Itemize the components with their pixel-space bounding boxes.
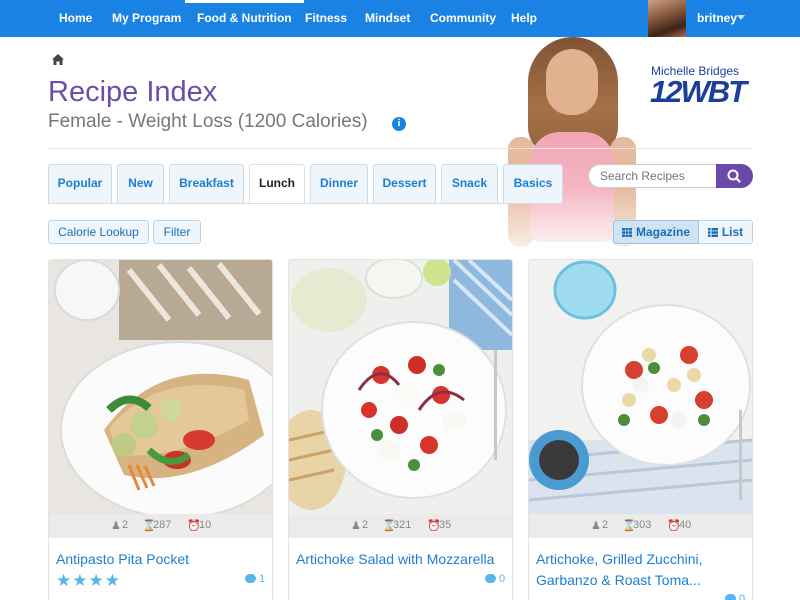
comment-icon [245,574,256,583]
star-icon: ★ [104,571,121,590]
nav-fitness[interactable]: Fitness [305,0,347,37]
page-title: Recipe Index [48,76,218,108]
list-icon [707,228,718,237]
star-icon: ★ [56,571,73,590]
search-icon [727,169,741,183]
nav-help[interactable]: Help [511,0,537,37]
list-view-button[interactable]: List [699,220,753,244]
prep-value: 303 [633,519,652,531]
tab-popular[interactable]: Popular [48,164,112,203]
home-icon[interactable] [52,54,64,65]
magazine-label: Magazine [635,225,690,239]
recipe-card[interactable]: ♟ 2 ⌛ 287 ⏰ 10 Antipasto Pita Pocket ★★★… [48,259,273,600]
prep-value: 287 [153,519,172,531]
comment-icon [725,594,736,600]
serves-value: 2 [122,519,129,531]
comment-count-value: 0 [499,573,506,585]
tabs-underline [48,203,563,204]
top-nav: Home My Program Food & Nutrition Fitness… [0,0,800,37]
recipe-title[interactable]: Antipasto Pita Pocket [56,549,266,570]
recipe-title[interactable]: Artichoke, Grilled Zucchini, Garbanzo & … [536,549,746,591]
list-label: List [721,225,744,239]
user-name[interactable]: britney [697,0,737,37]
search-input[interactable] [588,164,716,188]
recipe-meta: ♟ 2 ⌛ 303 ⏰ 40 [529,514,752,538]
calorie-lookup-button[interactable]: Calorie Lookup [48,220,149,244]
tab-new[interactable]: New [117,164,164,203]
serves-value: 2 [362,519,369,531]
nav-my-program[interactable]: My Program [112,0,181,37]
avatar[interactable] [648,0,686,37]
tab-dinner[interactable]: Dinner [310,164,368,203]
grid-icon [621,228,632,237]
star-icon: ★ [72,571,89,590]
recipe-photo[interactable] [529,260,752,514]
recipe-title[interactable]: Artichoke Salad with Mozzarella [296,549,506,570]
nav-home[interactable]: Home [59,0,92,37]
tab-basics[interactable]: Basics [503,164,563,203]
recipe-card[interactable]: ♟ 2 ⌛ 303 ⏰ 40 Artichoke, Grilled Zucchi… [528,259,753,600]
recipe-meta: ♟ 2 ⌛ 321 ⏰ 35 [289,514,512,538]
chevron-down-icon[interactable] [737,15,745,20]
rating-stars: ★★★★ [56,571,121,591]
page-subtitle: Female - Weight Loss (1200 Calories) [48,111,368,132]
tab-snack[interactable]: Snack [441,164,498,203]
filter-button[interactable]: Filter [153,220,201,244]
brand-logo: 12WBT [650,74,747,109]
person-icon: ♟ [591,520,601,532]
person-icon: ♟ [111,520,121,532]
cook-value: 10 [199,519,212,531]
cook-value: 35 [439,519,452,531]
recipe-meta: ♟ 2 ⌛ 287 ⏰ 10 [49,514,272,538]
star-icon: ★ [88,571,105,590]
tab-dessert[interactable]: Dessert [373,164,436,203]
tab-breakfast[interactable]: Breakfast [169,164,244,203]
search-button[interactable] [716,164,753,188]
comment-count-value: 1 [259,573,266,585]
nav-community[interactable]: Community [430,0,496,37]
cook-value: 40 [679,519,692,531]
divider [48,148,752,149]
recipe-photo[interactable] [49,260,272,514]
nav-food-nutrition[interactable]: Food & Nutrition [185,0,304,37]
recipe-card[interactable]: ♟ 2 ⌛ 321 ⏰ 35 Artichoke Salad with Mozz… [288,259,513,600]
tab-lunch[interactable]: Lunch [249,164,305,204]
comment-count[interactable]: 0 [725,593,745,600]
prep-value: 321 [393,519,412,531]
comment-count[interactable]: 0 [485,573,505,585]
person-icon: ♟ [351,520,361,532]
nav-mindset[interactable]: Mindset [365,0,410,37]
magazine-view-button[interactable]: Magazine [613,220,699,244]
recipe-photo[interactable] [289,260,512,514]
info-icon[interactable]: i [392,117,406,131]
comment-count[interactable]: 1 [245,573,265,585]
comment-icon [485,574,496,583]
comment-count-value: 0 [739,593,746,600]
serves-value: 2 [602,519,609,531]
